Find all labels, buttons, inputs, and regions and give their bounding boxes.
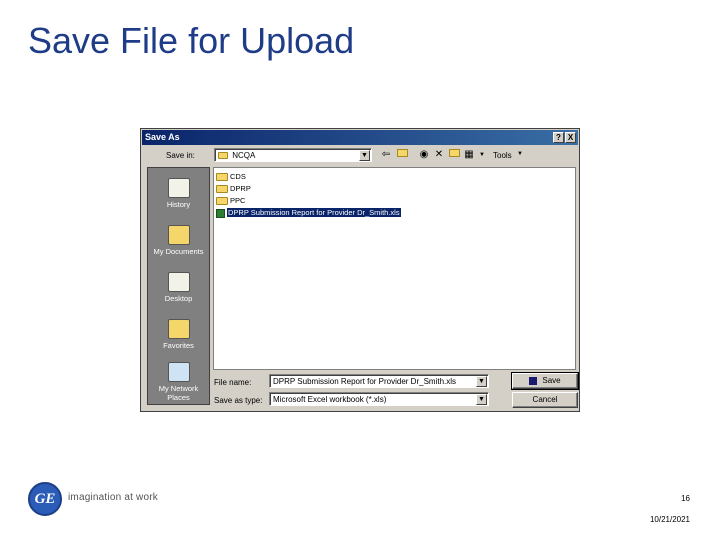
- place-network[interactable]: My Network Places: [148, 362, 209, 402]
- save-in-dropdown[interactable]: NCQA ▼: [214, 148, 372, 162]
- help-button[interactable]: ?: [553, 132, 564, 143]
- views-dropdown-icon[interactable]: ▼: [478, 148, 486, 162]
- file-name: CDS: [230, 172, 246, 181]
- list-item[interactable]: PPC: [216, 195, 245, 206]
- desktop-icon: [167, 272, 190, 292]
- tools-menu[interactable]: Tools: [493, 151, 512, 160]
- cancel-button[interactable]: Cancel: [512, 392, 578, 408]
- place-label: Desktop: [164, 294, 193, 303]
- folder-icon: [218, 152, 228, 160]
- save-as-dialog: Save As ? X Save in: NCQA ▼ ⇦ ◉ ✕ ▦ ▼ To…: [140, 128, 580, 412]
- floppy-disk-icon: [529, 376, 538, 385]
- save-in-label: Save in:: [166, 151, 195, 160]
- save-as-type-label: Save as type:: [214, 396, 263, 405]
- dialog-title: Save As: [145, 132, 180, 142]
- chevron-down-icon[interactable]: ▼: [476, 394, 487, 405]
- up-folder-icon[interactable]: [395, 148, 409, 162]
- excel-file-icon: [216, 208, 225, 218]
- page-number: 16: [681, 494, 690, 503]
- save-button-label: Save: [542, 376, 561, 385]
- folder-icon: [216, 173, 228, 182]
- place-label: Favorites: [163, 341, 194, 350]
- search-web-icon[interactable]: ◉: [417, 148, 431, 162]
- views-icon[interactable]: ▦: [462, 148, 476, 162]
- list-item[interactable]: DPRP: [216, 183, 251, 194]
- chevron-down-icon[interactable]: ▼: [359, 150, 370, 161]
- slide-date: 10/21/2021: [649, 515, 690, 524]
- network-places-icon: [167, 362, 190, 382]
- file-name-value: DPRP Submission Report for Provider Dr_S…: [273, 377, 457, 386]
- brand-tagline: imagination at work: [68, 492, 158, 503]
- place-label: My Documents: [153, 247, 204, 256]
- file-list[interactable]: CDS DPRP PPC DPRP Submission Report for …: [213, 167, 576, 370]
- tools-dropdown-icon[interactable]: ▼: [517, 151, 523, 157]
- my-documents-icon: [167, 225, 190, 245]
- folder-icon: [216, 185, 228, 194]
- places-bar: History My Documents Desktop Favorites M…: [147, 167, 210, 405]
- delete-icon[interactable]: ✕: [432, 148, 446, 162]
- place-history[interactable]: History: [148, 178, 209, 209]
- file-name-label: File name:: [214, 378, 252, 387]
- list-item-selected[interactable]: DPRP Submission Report for Provider Dr_S…: [216, 207, 401, 218]
- place-label: History: [166, 200, 191, 209]
- file-name: DPRP Submission Report for Provider Dr_S…: [227, 208, 401, 217]
- save-in-value: NCQA: [232, 151, 256, 160]
- file-name: DPRP: [230, 184, 251, 193]
- back-icon[interactable]: ⇦: [379, 148, 393, 162]
- save-as-type-value: Microsoft Excel workbook (*.xls): [273, 395, 387, 404]
- history-icon: [167, 178, 190, 198]
- new-folder-icon[interactable]: [447, 148, 461, 162]
- place-desktop[interactable]: Desktop: [148, 272, 209, 303]
- save-as-type-dropdown[interactable]: Microsoft Excel workbook (*.xls) ▼: [269, 392, 489, 406]
- place-my-documents[interactable]: My Documents: [148, 225, 209, 256]
- list-item[interactable]: CDS: [216, 171, 246, 182]
- close-button[interactable]: X: [565, 132, 576, 143]
- slide-title: Save File for Upload: [28, 20, 355, 61]
- dialog-titlebar[interactable]: Save As ? X: [142, 130, 578, 145]
- save-button[interactable]: Save: [511, 372, 579, 390]
- place-favorites[interactable]: Favorites: [148, 319, 209, 350]
- chevron-down-icon[interactable]: ▼: [476, 376, 487, 387]
- place-label: My Network Places: [158, 384, 199, 402]
- favorites-icon: [167, 319, 190, 339]
- file-name: PPC: [230, 196, 246, 205]
- folder-icon: [216, 197, 228, 206]
- file-name-field[interactable]: DPRP Submission Report for Provider Dr_S…: [269, 374, 489, 388]
- ge-logo: GE: [28, 482, 62, 516]
